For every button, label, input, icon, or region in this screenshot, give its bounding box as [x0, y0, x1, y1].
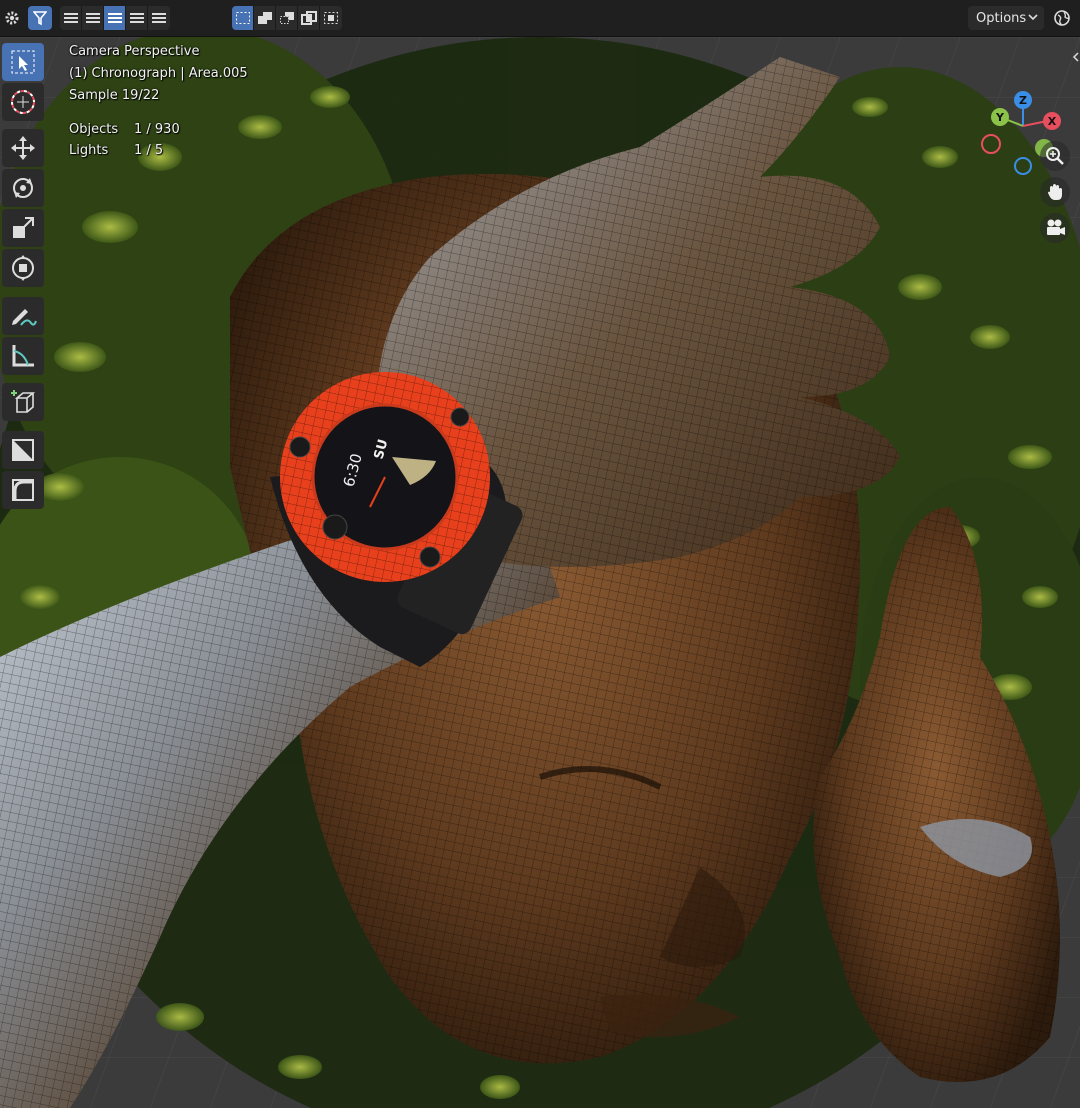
- lights-value: 1 / 5: [134, 143, 164, 158]
- boolean-mode-group: [232, 6, 342, 30]
- transform-icon[interactable]: [2, 249, 44, 287]
- chevron-down-icon: [1028, 10, 1038, 28]
- objects-label: Objects: [69, 122, 119, 137]
- lights-label: Lights: [69, 143, 109, 158]
- camera-icon[interactable]: [1040, 213, 1070, 243]
- collection-line: (1) Chronograph | Area.005: [69, 66, 248, 81]
- filter-icon[interactable]: [28, 6, 52, 30]
- options-label: Options: [976, 10, 1027, 26]
- rotate-icon[interactable]: [2, 169, 44, 207]
- select-box-icon[interactable]: [2, 43, 44, 81]
- list-mode-5-icon[interactable]: [148, 6, 170, 30]
- list-mode-4-icon[interactable]: [126, 6, 148, 30]
- scale-icon[interactable]: [2, 209, 44, 247]
- measure-icon[interactable]: [2, 337, 44, 375]
- annotate-icon[interactable]: [2, 297, 44, 335]
- bevel-icon[interactable]: [2, 471, 44, 509]
- select-new-icon[interactable]: [232, 6, 254, 30]
- selection-mode-group: [60, 6, 170, 30]
- 3d-viewport[interactable]: 6:30 SU Camera Perspective (1) Chronogra…: [0, 37, 1080, 1108]
- objects-value: 1 / 930: [134, 122, 180, 137]
- svg-text:X: X: [1048, 115, 1057, 128]
- shade-icon[interactable]: [2, 431, 44, 469]
- list-mode-1-icon[interactable]: [60, 6, 82, 30]
- svg-text:Z: Z: [1019, 94, 1027, 107]
- globe-icon[interactable]: [1050, 6, 1074, 30]
- select-subtract-icon[interactable]: [276, 6, 298, 30]
- pan-hand-icon[interactable]: [1040, 177, 1070, 207]
- add-cube-icon[interactable]: [2, 383, 44, 421]
- viewport-header: Options: [0, 0, 1080, 37]
- select-invert-icon[interactable]: [298, 6, 320, 30]
- render-sample: Sample 19/22: [69, 88, 160, 103]
- select-extend-icon[interactable]: [254, 6, 276, 30]
- chevron-left-icon[interactable]: [1072, 49, 1080, 63]
- move-icon[interactable]: [2, 129, 44, 167]
- cursor-icon[interactable]: [2, 83, 44, 121]
- list-mode-2-icon[interactable]: [82, 6, 104, 30]
- select-intersect-icon[interactable]: [320, 6, 342, 30]
- list-mode-3-icon[interactable]: [104, 6, 126, 30]
- rendered-scene: 6:30 SU: [0, 37, 1080, 1108]
- view-name: Camera Perspective: [69, 44, 200, 59]
- zoom-icon[interactable]: [1040, 141, 1070, 171]
- options-dropdown[interactable]: Options: [968, 6, 1044, 30]
- gear-icon[interactable]: [2, 6, 22, 30]
- svg-text:Y: Y: [995, 111, 1005, 124]
